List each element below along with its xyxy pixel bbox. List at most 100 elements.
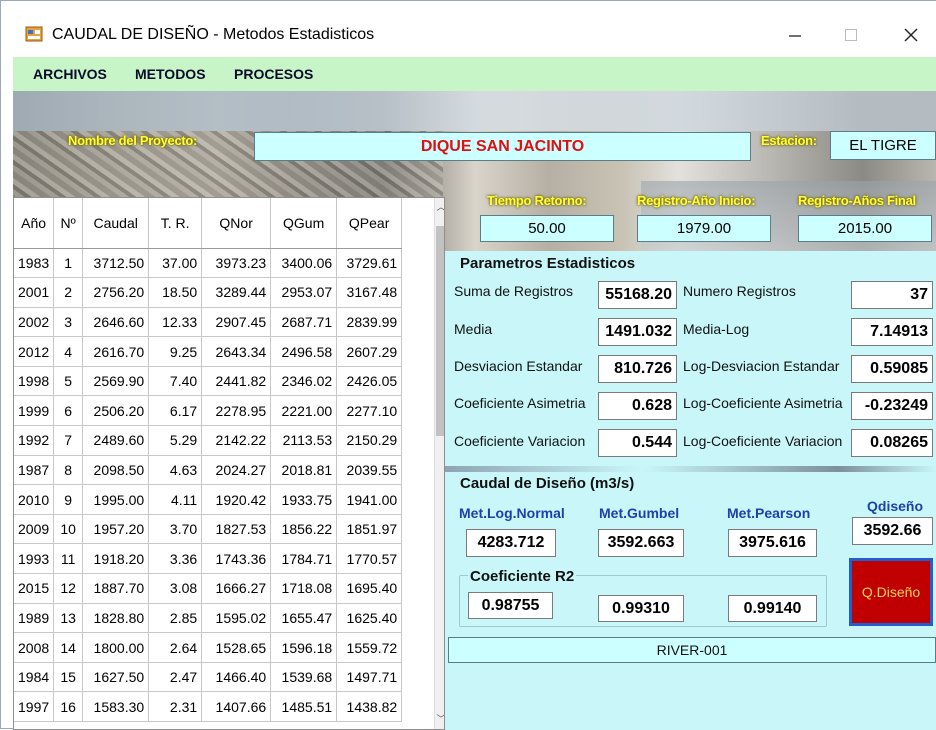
maximize-button[interactable] <box>831 21 871 49</box>
cell-return-period[interactable]: 2.31 <box>148 691 203 722</box>
pearson-value[interactable]: 3975.616 <box>728 529 817 557</box>
cell-qgum[interactable]: 1718.08 <box>270 573 338 604</box>
cell-year[interactable]: 2015 <box>14 573 55 604</box>
col-header-flow[interactable]: Caudal <box>82 198 150 249</box>
table-row[interactable]: 1984 15 1627.50 2.47 1466.40 1539.68 1497.71 <box>14 662 403 693</box>
cell-flow[interactable]: 1957.20 <box>82 514 150 545</box>
cell-return-period[interactable]: 9.25 <box>148 336 203 367</box>
cell-return-period[interactable]: 2.47 <box>148 662 203 693</box>
cell-number[interactable]: 10 <box>53 514 84 545</box>
cell-year[interactable]: 1999 <box>14 395 55 427</box>
cell-qgum[interactable]: 2496.58 <box>270 336 338 367</box>
skew-value[interactable]: 0.628 <box>598 392 677 420</box>
cell-return-period[interactable]: 6.17 <box>148 395 203 427</box>
cell-qnor[interactable]: 1827.53 <box>201 514 272 545</box>
cell-qpear[interactable]: 2039.55 <box>336 455 403 486</box>
cell-year[interactable]: 1993 <box>14 543 55 575</box>
cell-qnor[interactable]: 3973.23 <box>201 248 272 279</box>
table-row[interactable]: 1993 11 1918.20 3.36 1743.36 1784.71 1770.57 <box>14 543 403 575</box>
cell-qpear[interactable]: 2839.99 <box>336 307 403 338</box>
skew-log-value[interactable]: -0.23249 <box>851 392 933 420</box>
cell-qpear[interactable]: 3167.48 <box>336 277 403 308</box>
cell-qnor[interactable]: 2441.82 <box>201 366 272 397</box>
cell-qgum[interactable]: 1596.18 <box>270 632 338 663</box>
cell-qnor[interactable]: 2024.27 <box>201 455 272 486</box>
count-value[interactable]: 37 <box>851 281 933 309</box>
cell-number[interactable]: 5 <box>53 366 84 397</box>
table-row[interactable]: 2009 10 1957.20 3.70 1827.53 1856.22 1851.97 <box>14 514 403 545</box>
table-row[interactable]: 1997 16 1583.30 2.31 1407.66 1485.51 1438.82 <box>14 691 403 722</box>
table-row[interactable]: 1983 1 3712.50 37.00 3973.23 3400.06 3729.61 <box>14 248 403 279</box>
cell-qgum[interactable]: 1933.75 <box>270 484 338 515</box>
scroll-thumb[interactable] <box>436 226 444 436</box>
qdesign-value[interactable]: 3592.66 <box>852 517 933 545</box>
mean-log-value[interactable]: 7.14913 <box>851 318 933 346</box>
scroll-down-icon[interactable]: ﹀ <box>435 712 444 726</box>
cell-year[interactable]: 2009 <box>14 514 55 545</box>
cell-year[interactable]: 2008 <box>14 632 55 663</box>
cell-qgum[interactable]: 1539.68 <box>270 662 338 693</box>
cell-return-period[interactable]: 2.85 <box>148 603 203 634</box>
cell-qgum[interactable]: 3400.06 <box>270 248 338 279</box>
std-value[interactable]: 810.726 <box>598 355 677 383</box>
cell-flow[interactable]: 1627.50 <box>82 662 150 693</box>
cell-qgum[interactable]: 1485.51 <box>270 691 338 722</box>
table-row[interactable]: 1992 7 2489.60 5.29 2142.22 2113.53 2150.29 <box>14 425 403 456</box>
cell-qnor[interactable]: 1466.40 <box>201 662 272 693</box>
cell-qnor[interactable]: 1666.27 <box>201 573 272 604</box>
table-row[interactable]: 2012 4 2616.70 9.25 2643.34 2496.58 2607.29 <box>14 336 403 367</box>
r2-lognormal-value[interactable]: 0.98755 <box>468 592 553 619</box>
cell-year[interactable]: 1992 <box>14 425 55 456</box>
cell-number[interactable]: 13 <box>53 603 84 634</box>
close-button[interactable] <box>891 21 931 49</box>
cell-year[interactable]: 2010 <box>14 484 55 515</box>
cell-return-period[interactable]: 2.64 <box>148 632 203 663</box>
std-log-value[interactable]: 0.59085 <box>851 355 933 383</box>
station-field[interactable]: EL TIGRE <box>830 131 936 160</box>
cell-year[interactable]: 1983 <box>14 248 55 279</box>
cell-number[interactable]: 11 <box>53 543 84 575</box>
cell-qnor[interactable]: 2142.22 <box>201 425 272 456</box>
cell-qgum[interactable]: 2113.53 <box>270 425 338 456</box>
table-row[interactable]: 2002 3 2646.60 12.33 2907.45 2687.71 2839.99 <box>14 307 403 338</box>
cell-flow[interactable]: 1828.80 <box>82 603 150 634</box>
menu-metodos[interactable]: METODOS <box>135 66 206 82</box>
cell-qgum[interactable]: 2018.81 <box>270 455 338 486</box>
table-row[interactable]: 2010 9 1995.00 4.11 1920.42 1933.75 1941.00 <box>14 484 403 515</box>
cell-flow[interactable]: 1918.20 <box>82 543 150 575</box>
cell-flow[interactable]: 2756.20 <box>82 277 150 308</box>
cell-year[interactable]: 2012 <box>14 336 55 367</box>
project-name-field[interactable]: DIQUE SAN JACINTO <box>254 132 751 161</box>
scroll-up-icon[interactable]: ︿ <box>435 200 444 214</box>
cell-qpear[interactable]: 2426.05 <box>336 366 403 397</box>
cell-return-period[interactable]: 7.40 <box>148 366 203 397</box>
end-year-field[interactable]: 2015.00 <box>798 215 932 242</box>
cell-qgum[interactable]: 2346.02 <box>270 366 338 397</box>
cell-number[interactable]: 4 <box>53 336 84 367</box>
cell-number[interactable]: 15 <box>53 662 84 693</box>
r2-pearson-value[interactable]: 0.99140 <box>728 595 817 622</box>
cell-qpear[interactable]: 1941.00 <box>336 484 403 515</box>
cell-qpear[interactable]: 1695.40 <box>336 573 403 604</box>
cell-qnor[interactable]: 2643.34 <box>201 336 272 367</box>
cell-qnor[interactable]: 1407.66 <box>201 691 272 722</box>
cell-number[interactable]: 2 <box>53 277 84 308</box>
table-row[interactable]: 2015 12 1887.70 3.08 1666.27 1718.08 1695.40 <box>14 573 403 604</box>
cell-year[interactable]: 1984 <box>14 662 55 693</box>
cell-qnor[interactable]: 1528.65 <box>201 632 272 663</box>
cell-qpear[interactable]: 1438.82 <box>336 691 403 722</box>
lognormal-value[interactable]: 4283.712 <box>466 529 556 557</box>
cell-year[interactable]: 1989 <box>14 603 55 634</box>
cell-number[interactable]: 16 <box>53 691 84 722</box>
cell-qpear[interactable]: 2150.29 <box>336 425 403 456</box>
cell-qgum[interactable]: 1856.22 <box>270 514 338 545</box>
cell-qnor[interactable]: 2278.95 <box>201 395 272 427</box>
return-time-field[interactable]: 50.00 <box>480 215 614 242</box>
start-year-field[interactable]: 1979.00 <box>637 215 771 242</box>
q-design-button[interactable]: Q.Diseño <box>849 558 933 626</box>
cell-flow[interactable]: 1583.30 <box>82 691 150 722</box>
cell-return-period[interactable]: 3.08 <box>148 573 203 604</box>
cell-flow[interactable]: 2616.70 <box>82 336 150 367</box>
cell-flow[interactable]: 2098.50 <box>82 455 150 486</box>
cell-year[interactable]: 1997 <box>14 691 55 722</box>
